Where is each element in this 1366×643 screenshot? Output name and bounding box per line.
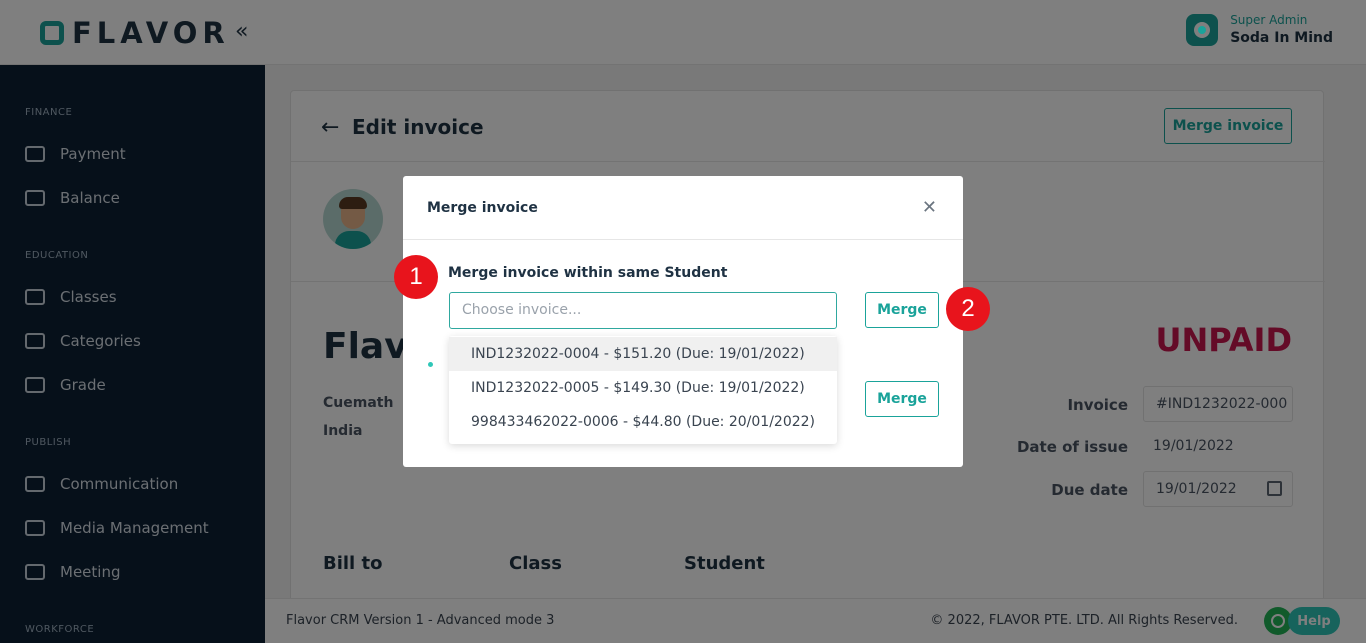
step-marker-1: 1: [394, 255, 438, 299]
dropdown-option[interactable]: 998433462022-0006 - $44.80 (Due: 20/01/2…: [449, 405, 837, 439]
merge-button[interactable]: Merge: [865, 292, 939, 328]
dropdown-option[interactable]: IND1232022-0004 - $151.20 (Due: 19/01/20…: [449, 337, 837, 371]
close-icon[interactable]: ✕: [922, 197, 937, 218]
choose-invoice-select[interactable]: Choose invoice...: [449, 292, 837, 329]
divider: [403, 239, 963, 240]
dropdown-option[interactable]: IND1232022-0005 - $149.30 (Due: 19/01/20…: [449, 371, 837, 405]
modal-title: Merge invoice: [427, 200, 538, 216]
invoice-dropdown: IND1232022-0004 - $151.20 (Due: 19/01/20…: [449, 336, 837, 444]
step-marker-2: 2: [946, 287, 990, 331]
merge-section-label: Merge invoice within same Student: [448, 265, 728, 281]
merge-button-secondary[interactable]: Merge: [865, 381, 939, 417]
bullet-dot: [428, 362, 433, 367]
merge-invoice-modal: Merge invoice ✕ Merge invoice within sam…: [403, 176, 963, 467]
